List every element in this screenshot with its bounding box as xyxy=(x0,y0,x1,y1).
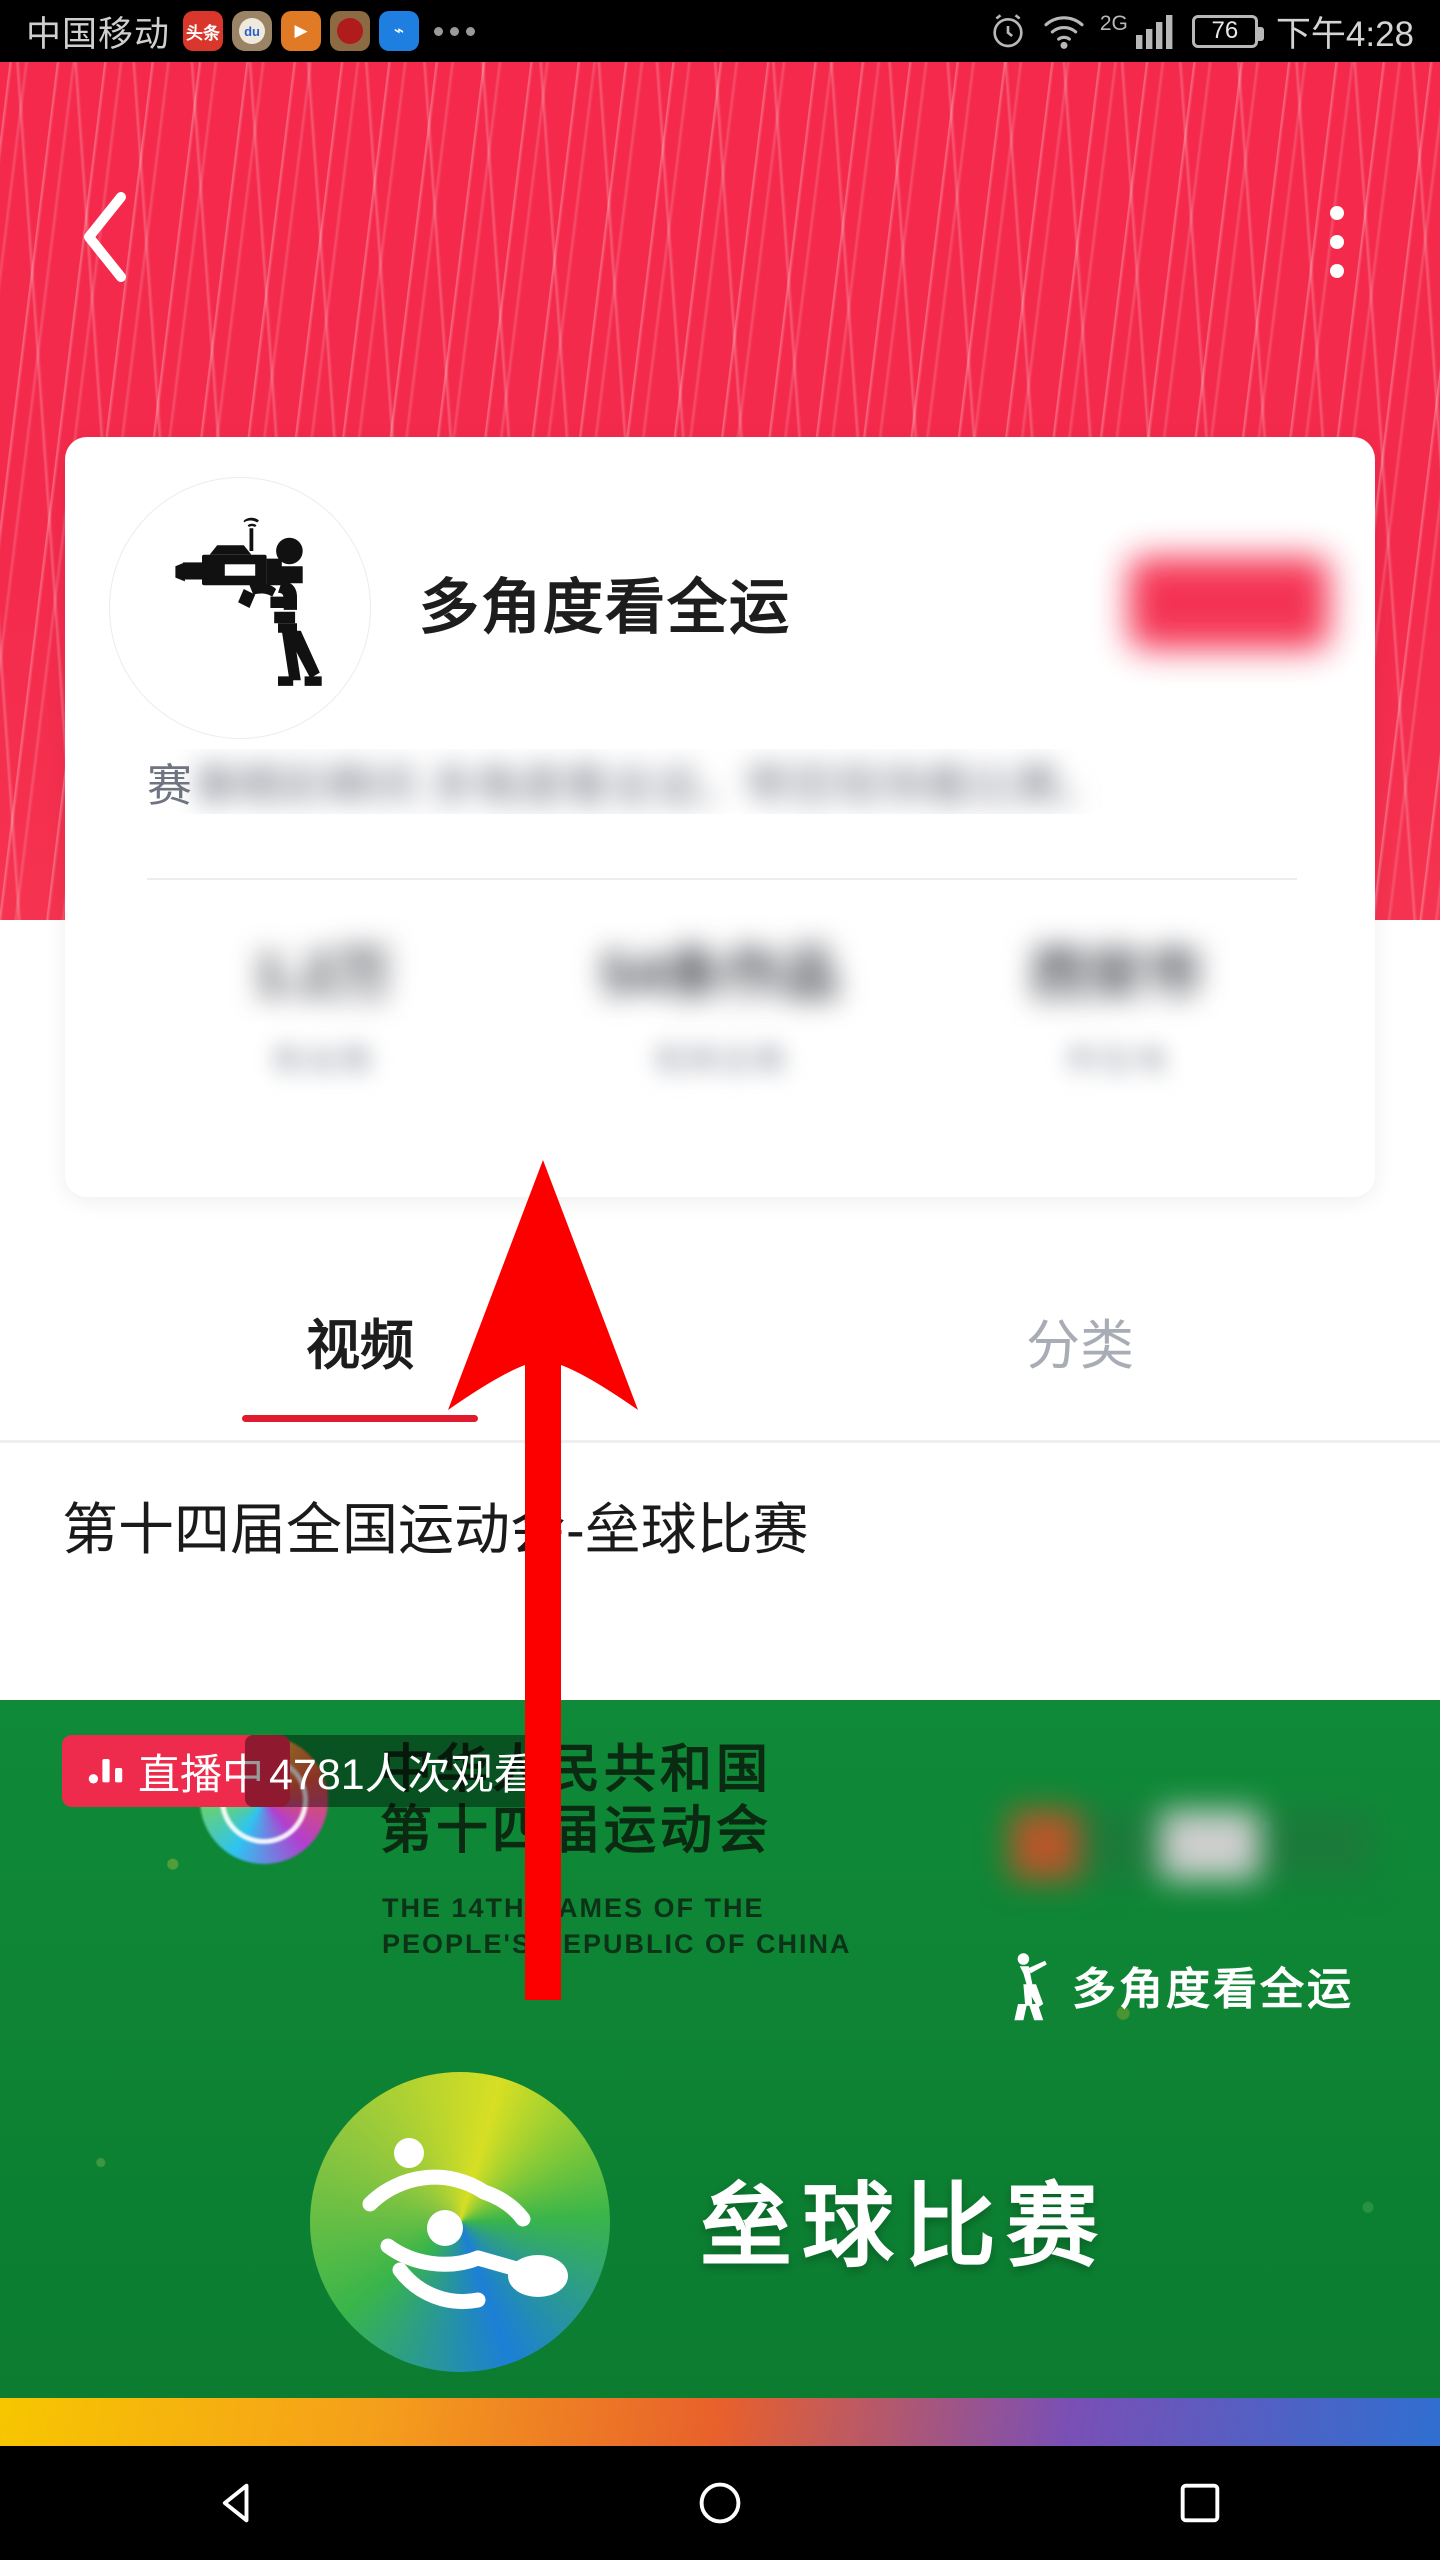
app-red-icon xyxy=(330,11,371,51)
profile-stats: 1.2万 粉丝数 54条作品 视频总数 西安市 所在地 xyxy=(65,927,1375,1082)
video-title[interactable]: 第十四届全国运动会-垒球比赛 xyxy=(62,1485,1382,1566)
status-bar: 中国移动 头条 ▶ ⌁ 2G xyxy=(0,0,1440,62)
profile-card: 多角度看全运 赛事精彩瞬间 多角度看全运，带您现场看比赛。 1.2万 粉丝数 5… xyxy=(65,437,1375,1197)
weibo-icon: ⌁ xyxy=(379,11,420,51)
tab-bar-separator xyxy=(0,1440,1440,1443)
profile-card-top: 多角度看全运 xyxy=(65,437,1375,739)
tab-active-underline xyxy=(242,1415,478,1422)
stat-label: 所在地 xyxy=(1065,1042,1168,1080)
baidu-icon xyxy=(232,11,273,51)
status-bar-left: 中国移动 头条 ▶ ⌁ xyxy=(26,6,988,57)
card-divider xyxy=(147,878,1297,880)
games-title-cn-line2: 第十四届运动会 xyxy=(380,1802,773,1861)
alarm-clock-icon xyxy=(988,11,1028,51)
tab-label: 视频 xyxy=(306,1315,414,1376)
stat-value: 西安市 xyxy=(1029,942,1204,1007)
athlete-icon xyxy=(1000,1950,1054,2021)
profile-description: 赛事精彩瞬间 多角度看全运，带您现场看比赛。 xyxy=(147,749,1315,814)
stat-label: 粉丝数 xyxy=(272,1042,375,1080)
tab-categories[interactable]: 分类 xyxy=(720,1240,1440,1440)
softball-player-icon xyxy=(310,2072,610,2372)
thumbnail-sport-title: 垒球比赛 xyxy=(700,2176,1109,2278)
games-title-en-line2: PEOPLE'S REPUBLIC OF CHINA xyxy=(382,1929,852,1960)
thumbnail-brand: 多角度看全运 xyxy=(1000,1950,1354,2021)
nav-recents-square-icon[interactable] xyxy=(1140,2446,1260,2560)
stat-value: 54条作品 xyxy=(600,942,840,1007)
follow-button[interactable] xyxy=(1129,557,1329,649)
profile-description-visible: 赛 xyxy=(147,760,193,811)
thumbnail-blurred-logo xyxy=(1010,1810,1370,1880)
tab-videos[interactable]: 视频 xyxy=(0,1240,720,1440)
stat-value: 1.2万 xyxy=(254,942,393,1007)
nav-back-triangle-icon[interactable] xyxy=(180,2446,300,2560)
carrier-label: 中国移动 xyxy=(26,14,171,54)
battery-level-label: 76 xyxy=(1211,17,1239,44)
more-vertical-icon[interactable] xyxy=(1302,192,1372,292)
view-count-badge: 4781人次观看 xyxy=(245,1735,561,1807)
profile-description-masked: 事精彩瞬间 多角度看全运，带您现场看比赛。 xyxy=(192,760,1105,811)
android-navigation-bar xyxy=(0,2446,1440,2560)
games-title-en: THE 14TH GAMES OF THE PEOPLE'S REPUBLIC … xyxy=(382,1890,851,1963)
network-type-label: 2G xyxy=(1099,11,1128,35)
page-title: 多角度看全运 xyxy=(419,574,791,641)
thumbnail-rainbow-strip xyxy=(0,2398,1440,2446)
games-title-en-line1: THE 14TH GAMES OF THE xyxy=(382,1893,765,1923)
stat-item[interactable]: 1.2万 粉丝数 xyxy=(125,927,522,1082)
phone-screen: 中国移动 头条 ▶ ⌁ 2G xyxy=(0,0,1440,2560)
avatar[interactable] xyxy=(109,477,371,739)
status-bar-right: 2G 76 下午4:28 xyxy=(988,6,1414,57)
clock-label: 下午4:28 xyxy=(1275,14,1414,54)
tab-label: 分类 xyxy=(1026,1315,1134,1376)
status-overflow-icon xyxy=(434,26,476,36)
view-count-label: 4781人次观看 xyxy=(269,1751,537,1799)
video-thumbnail[interactable]: 中华人民共和国 第十四届运动会 THE 14TH GAMES OF THE PE… xyxy=(0,1700,1440,2446)
wifi-icon xyxy=(1042,13,1086,49)
stat-label: 视频总数 xyxy=(652,1042,788,1080)
stat-item[interactable]: 西安市 所在地 xyxy=(918,927,1315,1082)
video-player-icon: ▶ xyxy=(281,11,322,51)
toutiao-icon: 头条 xyxy=(183,11,224,51)
tab-bar: 视频 分类 xyxy=(0,1240,1440,1440)
stat-item[interactable]: 54条作品 视频总数 xyxy=(522,927,919,1082)
live-bars-icon xyxy=(88,1747,124,1795)
thumbnail-brand-label: 多角度看全运 xyxy=(1072,1965,1354,2014)
signal-bars-icon xyxy=(1134,13,1178,49)
cameraman-icon xyxy=(175,517,322,686)
nav-home-circle-icon[interactable] xyxy=(660,2446,780,2560)
back-chevron-icon[interactable] xyxy=(60,182,150,292)
battery-icon: 76 xyxy=(1191,14,1264,48)
